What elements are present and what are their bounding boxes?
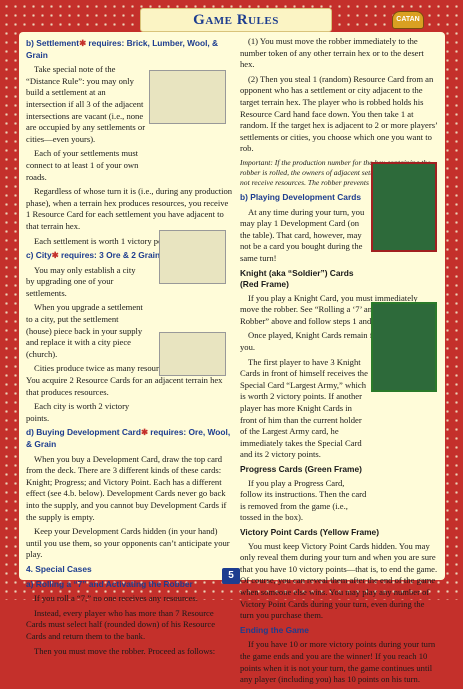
robber-heading: a) Rolling a “7” and Activating the Robb…: [26, 578, 193, 589]
dev-card-heading: d) Buying Development Card✱ requires: Or…: [26, 427, 231, 449]
paragraph: When you upgrade a settlement to a city,…: [26, 302, 143, 359]
catan-logo: CATAN: [392, 11, 424, 29]
paragraph: You may only establish a city by upgradi…: [26, 264, 136, 298]
paragraph: Instead, every player who has more than …: [26, 607, 216, 641]
settlement-heading: b) Settlement✱ requires: Brick, Lumber, …: [26, 38, 219, 60]
progress-heading: Progress Cards (Green Frame): [240, 464, 362, 474]
page-title: Game Rules: [140, 8, 332, 32]
progress-card-image: [371, 302, 437, 392]
settlement-illustration: [149, 70, 226, 124]
paragraph: Then you must move the robber. Proceed a…: [34, 645, 216, 656]
ending-heading: Ending the Game: [240, 624, 309, 635]
paragraph: Each of your settlements must connect to…: [26, 148, 139, 182]
page-number: 5: [222, 568, 240, 584]
paragraph: The first player to have 3 Knight Cards …: [240, 356, 368, 460]
development-card-illustration: [159, 332, 226, 376]
paragraph: If you play a Progress Card, follow its …: [240, 477, 367, 523]
paragraph: (2) Then you steal 1 (random) Resource C…: [240, 73, 438, 154]
paragraph: Regardless of whose turn it is (i.e., du…: [26, 186, 233, 231]
knight-heading: Knight (aka “Soldier”) Cards (Red Frame): [240, 267, 354, 290]
paragraph: If you roll a “7,” no one receives any r…: [34, 593, 198, 604]
paragraph: (1) You must move the robber immediately…: [240, 36, 424, 70]
paragraph: If you have 10 or more victory points du…: [240, 639, 436, 685]
rules-panel: b) Settlement✱ requires: Brick, Lumber, …: [19, 32, 445, 684]
knight-card-image: [371, 162, 437, 252]
special-cases-heading: 4. Special Cases: [26, 563, 92, 574]
paragraph: Keep your Development Cards hidden (in y…: [26, 526, 230, 560]
paragraph: Take special note of the “Distance Rule”…: [26, 64, 146, 144]
paragraph: At any time during your turn, you may pl…: [240, 206, 365, 263]
city-illustration: [159, 230, 226, 284]
header: Game Rules CATAN: [0, 0, 463, 32]
playing-dev-heading: b) Playing Development Cards: [240, 191, 361, 202]
vp-heading: Victory Point Cards (Yellow Frame): [240, 526, 380, 537]
paragraph: You must keep Victory Point Cards hidden…: [240, 540, 438, 621]
paragraph: Each city is worth 2 victory points.: [26, 401, 130, 423]
paragraph: When you buy a Development Card, draw th…: [26, 453, 227, 522]
